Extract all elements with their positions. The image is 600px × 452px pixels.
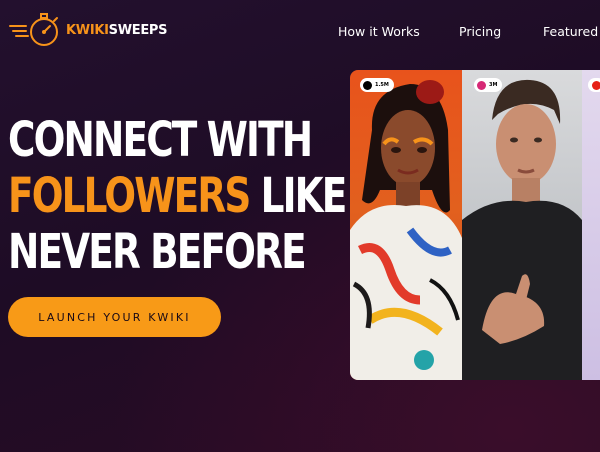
creator-card-3[interactable]	[582, 70, 600, 380]
brand-name-part2: SWEEPS	[108, 22, 168, 38]
follower-count: 3M	[489, 82, 498, 88]
follower-badge	[588, 78, 600, 92]
follower-count: 1.5M	[375, 82, 389, 88]
hero-line-1: CONNECT WITH	[8, 112, 313, 168]
nav-how-it-works[interactable]: How it Works	[338, 24, 420, 39]
follower-badge: 1.5M	[360, 78, 394, 92]
creator-photo-woman	[350, 80, 462, 380]
creator-card-2[interactable]: 3M	[462, 70, 582, 380]
follower-badge: 3M	[474, 78, 503, 92]
stopwatch-logo-icon	[9, 13, 58, 46]
brand-logo[interactable]: KWIKISWEEPS	[8, 10, 168, 50]
nav-pricing[interactable]: Pricing	[459, 24, 501, 39]
hero-line-3: NEVER BEFORE	[8, 224, 307, 280]
instagram-icon	[477, 80, 486, 90]
launch-kwiki-button[interactable]: LAUNCH YOUR KWIKI	[8, 297, 221, 337]
creator-cards: 1.5M 3M	[350, 70, 600, 380]
tiktok-icon	[363, 80, 372, 90]
youtube-icon	[592, 80, 600, 90]
creator-photo-man	[462, 79, 582, 380]
brand-name: KWIKISWEEPS	[66, 22, 168, 38]
creator-card-1[interactable]: 1.5M	[350, 70, 462, 380]
brand-name-part1: KWIKI	[66, 22, 109, 38]
hero-headline: CONNECT WITH FOLLOWERS LIKE NEVER BEFORE	[8, 112, 348, 280]
hero-line-2-rest: LIKE	[249, 168, 348, 224]
nav-featured[interactable]: Featured	[543, 24, 598, 39]
hero-line-2-accent: FOLLOWERS	[8, 168, 251, 224]
